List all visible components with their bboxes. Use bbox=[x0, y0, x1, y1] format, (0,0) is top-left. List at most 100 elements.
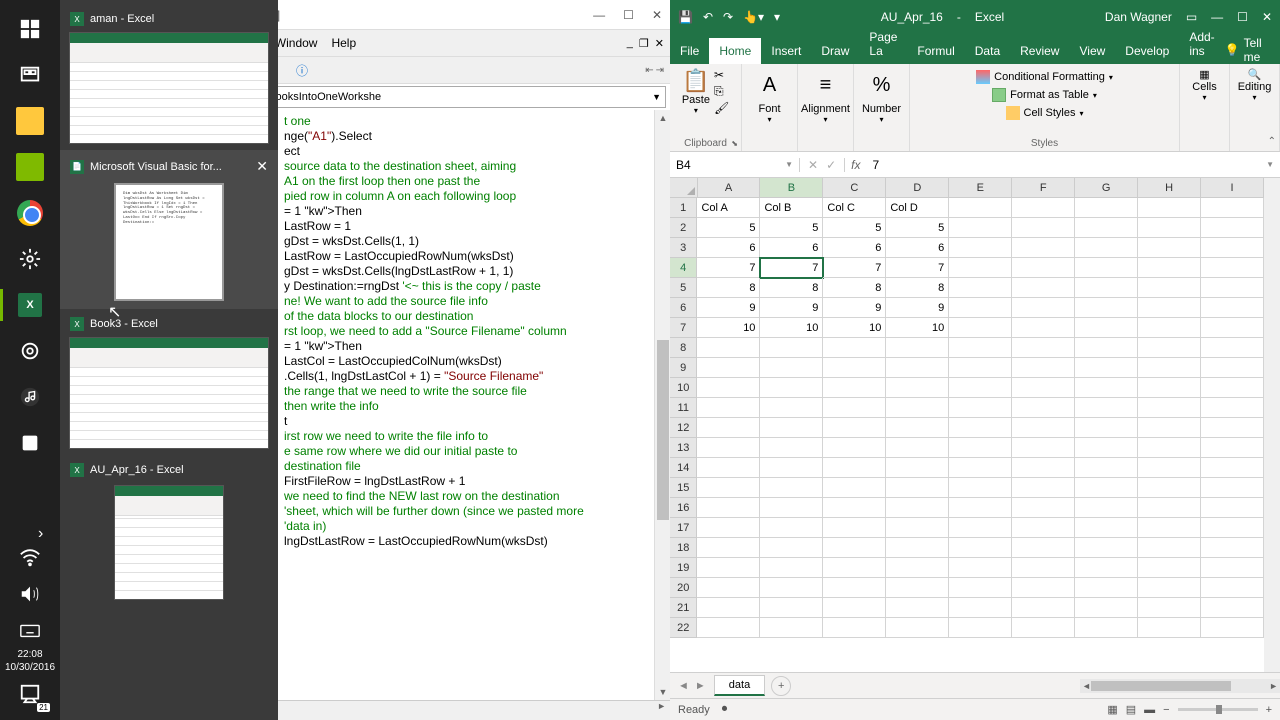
cell[interactable] bbox=[1075, 618, 1138, 638]
enter-formula-icon[interactable]: ✓ bbox=[826, 158, 836, 172]
cell[interactable] bbox=[886, 498, 949, 518]
cell[interactable] bbox=[697, 358, 760, 378]
menu-help[interactable]: Help bbox=[331, 36, 356, 50]
cell[interactable]: 5 bbox=[760, 218, 823, 238]
cell[interactable] bbox=[1201, 578, 1264, 598]
mdi-minimize-icon[interactable]: _ bbox=[627, 37, 633, 50]
vertical-scrollbar[interactable] bbox=[1264, 178, 1280, 672]
cell[interactable] bbox=[1012, 378, 1075, 398]
cell[interactable] bbox=[760, 478, 823, 498]
cell[interactable] bbox=[1201, 278, 1264, 298]
cell[interactable] bbox=[823, 398, 886, 418]
cell[interactable] bbox=[886, 378, 949, 398]
cell[interactable] bbox=[1201, 218, 1264, 238]
cell[interactable] bbox=[949, 478, 1012, 498]
name-box[interactable]: B4▼ bbox=[670, 158, 800, 172]
cell[interactable] bbox=[1012, 238, 1075, 258]
cell[interactable] bbox=[823, 518, 886, 538]
ribbon-tab-file[interactable]: File bbox=[670, 38, 709, 64]
scroll-up-arrow[interactable]: ▲ bbox=[655, 110, 671, 126]
copy-icon[interactable]: ⎘ bbox=[714, 84, 729, 99]
ribbon-tab-pagela[interactable]: Page La bbox=[859, 24, 907, 64]
cell[interactable] bbox=[1138, 198, 1201, 218]
cell[interactable] bbox=[1201, 258, 1264, 278]
collapse-ribbon-icon[interactable]: ⌃ bbox=[1268, 136, 1276, 147]
scroll-down-arrow[interactable]: ▼ bbox=[655, 684, 671, 700]
cell[interactable] bbox=[1075, 578, 1138, 598]
cell[interactable] bbox=[949, 438, 1012, 458]
row-header[interactable]: 9 bbox=[670, 358, 697, 378]
cell[interactable] bbox=[1012, 358, 1075, 378]
row-header[interactable]: 19 bbox=[670, 558, 697, 578]
cell[interactable] bbox=[886, 438, 949, 458]
maximize-button[interactable]: ☐ bbox=[1237, 10, 1248, 24]
cell[interactable] bbox=[1075, 198, 1138, 218]
zoom-out-icon[interactable]: − bbox=[1163, 704, 1169, 716]
cell-styles-button[interactable]: Cell Styles▾ bbox=[1006, 104, 1084, 122]
cell[interactable]: 9 bbox=[760, 298, 823, 318]
touch-mode-icon[interactable]: 👆▾ bbox=[743, 10, 764, 24]
mdi-close-icon[interactable]: ✕ bbox=[655, 37, 664, 50]
cell[interactable] bbox=[1075, 218, 1138, 238]
horizontal-scrollbar[interactable]: ◄ ► bbox=[1080, 679, 1280, 693]
cell[interactable] bbox=[1201, 318, 1264, 338]
cell[interactable] bbox=[949, 498, 1012, 518]
cell[interactable] bbox=[949, 618, 1012, 638]
cell[interactable] bbox=[697, 498, 760, 518]
ribbon-tab-review[interactable]: Review bbox=[1010, 38, 1069, 64]
cell[interactable] bbox=[1012, 598, 1075, 618]
gear-icon[interactable] bbox=[14, 335, 46, 367]
cell[interactable] bbox=[1201, 238, 1264, 258]
cell[interactable] bbox=[697, 578, 760, 598]
wifi-icon[interactable] bbox=[14, 542, 46, 574]
ribbon-group-font[interactable]: A Font ▾ bbox=[742, 64, 798, 151]
cell[interactable] bbox=[1138, 578, 1201, 598]
column-header[interactable]: D bbox=[886, 178, 949, 198]
cell[interactable] bbox=[1138, 318, 1201, 338]
cell[interactable] bbox=[760, 358, 823, 378]
row-header[interactable]: 11 bbox=[670, 398, 697, 418]
cell[interactable] bbox=[1138, 338, 1201, 358]
cell[interactable]: 5 bbox=[886, 218, 949, 238]
cell[interactable] bbox=[1138, 418, 1201, 438]
task-thumbnail[interactable]: XBook3 - Excel bbox=[60, 309, 278, 455]
cell[interactable] bbox=[1201, 458, 1264, 478]
task-thumbnail[interactable]: 📄Microsoft Visual Basic for...✕Dim wksDs… bbox=[60, 150, 278, 309]
cell[interactable] bbox=[1075, 318, 1138, 338]
cell[interactable] bbox=[1201, 598, 1264, 618]
cell[interactable] bbox=[1201, 358, 1264, 378]
taskbar-expand-arrow[interactable]: › bbox=[38, 525, 43, 543]
cell[interactable] bbox=[1075, 478, 1138, 498]
cell[interactable] bbox=[1201, 438, 1264, 458]
cell[interactable] bbox=[760, 458, 823, 478]
column-header[interactable]: C bbox=[823, 178, 886, 198]
cell[interactable] bbox=[1012, 258, 1075, 278]
cell[interactable] bbox=[697, 398, 760, 418]
cell[interactable]: 8 bbox=[823, 278, 886, 298]
cell[interactable] bbox=[823, 538, 886, 558]
vba-code-editor[interactable]: t onenge("A1").Selectect source data to … bbox=[278, 110, 670, 700]
cell[interactable] bbox=[1201, 558, 1264, 578]
cell[interactable] bbox=[760, 338, 823, 358]
cell[interactable] bbox=[823, 478, 886, 498]
column-header[interactable]: F bbox=[1012, 178, 1075, 198]
cell[interactable]: 7 bbox=[886, 258, 949, 278]
cell[interactable] bbox=[697, 518, 760, 538]
cell[interactable] bbox=[1138, 358, 1201, 378]
cell[interactable]: 10 bbox=[886, 318, 949, 338]
cell[interactable]: 6 bbox=[823, 238, 886, 258]
cell[interactable] bbox=[1012, 438, 1075, 458]
cell[interactable] bbox=[886, 358, 949, 378]
cell[interactable] bbox=[1138, 538, 1201, 558]
cell[interactable] bbox=[697, 458, 760, 478]
cell[interactable] bbox=[823, 458, 886, 478]
cell[interactable] bbox=[1075, 558, 1138, 578]
cell[interactable]: 10 bbox=[823, 318, 886, 338]
row-header[interactable]: 12 bbox=[670, 418, 697, 438]
chrome-icon[interactable] bbox=[14, 197, 46, 229]
expand-formula-bar-icon[interactable]: ▼ bbox=[1260, 160, 1280, 169]
cell[interactable]: Col B bbox=[760, 198, 823, 218]
volume-icon[interactable] bbox=[14, 578, 46, 610]
cell[interactable] bbox=[886, 418, 949, 438]
cell[interactable] bbox=[823, 618, 886, 638]
